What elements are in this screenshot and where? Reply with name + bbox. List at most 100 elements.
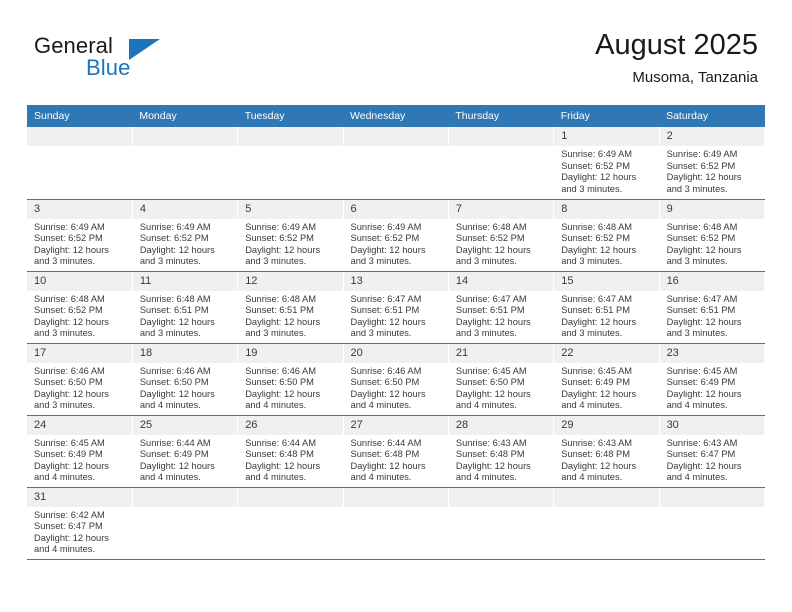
sunrise-text: Sunrise: 6:43 AM (455, 437, 527, 448)
calendar-day-cell[interactable]: 6 Sunrise: 6:49 AM Sunset: 6:52 PM Daylight… (343, 199, 449, 272)
title-block: August 2025 Musoma, Tanzania (595, 28, 758, 88)
day-details (238, 506, 343, 510)
calendar-day-cell[interactable]: 5 Sunrise: 6:49 AM Sunset: 6:52 PM Daylight… (237, 199, 344, 272)
daylight-text-line2: and 3 minutes. (561, 183, 623, 194)
daylight-text-line2: and 3 minutes. (245, 256, 307, 267)
sunset-text: Sunset: 6:51 PM (245, 305, 314, 316)
calendar-day-cell[interactable]: 28 Sunrise: 6:43 AM Sunset: 6:48 PM Dayligh… (448, 415, 555, 488)
calendar-day-cell[interactable]: 2 Sunrise: 6:49 AM Sunset: 6:52 PM Daylight… (659, 127, 766, 200)
calendar-cell-empty (343, 127, 449, 200)
day-details: Sunrise: 6:46 AM Sunset: 6:50 PM Daylight:… (344, 363, 448, 412)
day-details: Sunrise: 6:48 AM Sunset: 6:52 PM Daylight:… (660, 219, 764, 268)
calendar-cell-empty (27, 127, 133, 200)
day-details (132, 506, 238, 510)
calendar-cell-empty (553, 487, 660, 560)
daylight-text-line1: Daylight: 12 hours (455, 244, 531, 255)
day-number: 10 (27, 271, 132, 291)
daylight-text-line2: and 4 minutes. (139, 472, 201, 483)
day-number (659, 487, 764, 507)
day-details: Sunrise: 6:48 AM Sunset: 6:51 PM Daylight:… (238, 291, 342, 340)
day-details: Sunrise: 6:48 AM Sunset: 6:52 PM Daylight:… (27, 291, 132, 340)
calendar-day-cell[interactable]: 23 Sunrise: 6:45 AM Sunset: 6:49 PM Dayligh… (659, 343, 766, 416)
calendar-day-cell[interactable]: 19 Sunrise: 6:46 AM Sunset: 6:50 PM Dayligh… (237, 343, 344, 416)
calendar-day-cell[interactable]: 26 Sunrise: 6:44 AM Sunset: 6:48 PM Dayligh… (237, 415, 344, 488)
day-number (343, 127, 448, 146)
calendar-page: General Blue August 2025 Musoma, Tanzani… (0, 0, 792, 612)
calendar-week-row: 24 Sunrise: 6:45 AM Sunset: 6:49 PM Dayligh… (27, 415, 766, 488)
sunrise-text: Sunrise: 6:49 AM (245, 221, 316, 232)
calendar-day-cell[interactable]: 13 Sunrise: 6:47 AM Sunset: 6:51 PM Dayligh… (343, 271, 449, 344)
daylight-text-line2: and 4 minutes. (561, 472, 623, 483)
calendar-day-cell[interactable]: 18 Sunrise: 6:46 AM Sunset: 6:50 PM Dayligh… (132, 343, 239, 416)
day-details: Sunrise: 6:49 AM Sunset: 6:52 PM Daylight:… (133, 219, 237, 268)
weekday-header-tuesday: Tuesday (237, 105, 344, 127)
day-details (554, 506, 659, 510)
sunset-text: Sunset: 6:49 PM (34, 449, 103, 460)
day-number: 18 (132, 343, 238, 363)
day-number: 26 (238, 415, 343, 435)
sunrise-text: Sunrise: 6:49 AM (139, 221, 211, 232)
weekday-header-thursday: Thursday (448, 105, 554, 127)
daylight-text-line2: and 3 minutes. (34, 328, 95, 339)
calendar-day-cell[interactable]: 4 Sunrise: 6:49 AM Sunset: 6:52 PM Daylight… (132, 199, 239, 272)
calendar-day-cell[interactable]: 31 Sunrise: 6:42 AM Sunset: 6:47 PM Dayligh… (27, 487, 133, 560)
calendar-day-cell[interactable]: 22 Sunrise: 6:45 AM Sunset: 6:49 PM Dayligh… (553, 343, 660, 416)
calendar-day-cell[interactable]: 9 Sunrise: 6:48 AM Sunset: 6:52 PM Daylight… (659, 199, 766, 272)
daylight-text-line1: Daylight: 12 hours (350, 244, 426, 255)
day-number: 31 (27, 487, 132, 507)
sunrise-text: Sunrise: 6:49 AM (666, 149, 738, 159)
day-details: Sunrise: 6:47 AM Sunset: 6:51 PM Daylight:… (660, 291, 764, 340)
calendar-day-cell[interactable]: 10 Sunrise: 6:48 AM Sunset: 6:52 PM Dayligh… (27, 271, 133, 344)
day-number (27, 127, 132, 146)
day-details: Sunrise: 6:49 AM Sunset: 6:52 PM Daylight:… (344, 219, 448, 268)
day-details: Sunrise: 6:44 AM Sunset: 6:48 PM Daylight:… (238, 435, 342, 484)
calendar-day-cell[interactable]: 27 Sunrise: 6:44 AM Sunset: 6:48 PM Dayligh… (343, 415, 449, 488)
calendar-day-cell[interactable]: 8 Sunrise: 6:48 AM Sunset: 6:52 PM Daylight… (553, 199, 660, 272)
calendar-day-cell[interactable]: 29 Sunrise: 6:43 AM Sunset: 6:48 PM Dayligh… (553, 415, 660, 488)
day-number (448, 487, 554, 507)
calendar-day-cell[interactable]: 30 Sunrise: 6:43 AM Sunset: 6:47 PM Dayligh… (659, 415, 766, 488)
calendar-day-cell[interactable]: 3 Sunrise: 6:49 AM Sunset: 6:52 PM Daylight… (27, 199, 133, 272)
daylight-text-line1: Daylight: 12 hours (561, 244, 637, 255)
general-blue-logo[interactable]: General Blue (34, 33, 234, 89)
daylight-text-line2: and 3 minutes. (350, 328, 412, 339)
calendar-day-cell[interactable]: 15 Sunrise: 6:47 AM Sunset: 6:51 PM Dayligh… (553, 271, 660, 344)
day-number: 17 (27, 343, 132, 363)
calendar-day-cell[interactable]: 12 Sunrise: 6:48 AM Sunset: 6:51 PM Dayligh… (237, 271, 344, 344)
daylight-text-line2: and 4 minutes. (350, 400, 412, 411)
daylight-text-line2: and 3 minutes. (561, 256, 623, 267)
day-number: 24 (27, 415, 132, 435)
daylight-text-line2: and 4 minutes. (34, 472, 95, 483)
calendar-day-cell[interactable]: 24 Sunrise: 6:45 AM Sunset: 6:49 PM Dayligh… (27, 415, 133, 488)
calendar-day-cell[interactable]: 25 Sunrise: 6:44 AM Sunset: 6:49 PM Dayligh… (132, 415, 239, 488)
calendar-day-cell[interactable]: 1 Sunrise: 6:49 AM Sunset: 6:52 PM Daylight… (553, 127, 660, 200)
day-number: 22 (554, 343, 659, 363)
calendar-header-row: Sunday Monday Tuesday Wednesday Thursday Frid… (27, 105, 765, 127)
sunrise-text: Sunrise: 6:47 AM (350, 293, 422, 304)
calendar-day-cell[interactable]: 7 Sunrise: 6:48 AM Sunset: 6:52 PM Daylight… (448, 199, 555, 272)
calendar-day-cell[interactable]: 21 Sunrise: 6:45 AM Sunset: 6:50 PM Dayligh… (448, 343, 555, 416)
sunrise-text: Sunrise: 6:45 AM (561, 365, 633, 376)
calendar-day-cell[interactable]: 11 Sunrise: 6:48 AM Sunset: 6:51 PM Dayligh… (132, 271, 239, 344)
sunset-text: Sunset: 6:50 PM (245, 377, 314, 388)
sunset-text: Sunset: 6:50 PM (34, 377, 103, 388)
calendar-week-row: 31 Sunrise: 6:42 AM Sunset: 6:47 PM Dayligh… (27, 487, 766, 560)
daylight-text-line1: Daylight: 12 hours (666, 172, 742, 183)
calendar-day-cell[interactable]: 14 Sunrise: 6:47 AM Sunset: 6:51 PM Dayligh… (448, 271, 555, 344)
calendar-day-cell[interactable]: 17 Sunrise: 6:46 AM Sunset: 6:50 PM Dayligh… (27, 343, 133, 416)
day-number (238, 487, 343, 507)
sunrise-text: Sunrise: 6:49 AM (34, 221, 105, 232)
day-number: 4 (132, 199, 238, 219)
calendar-day-cell[interactable]: 16 Sunrise: 6:47 AM Sunset: 6:51 PM Dayligh… (659, 271, 766, 344)
daylight-text-line2: and 4 minutes. (350, 472, 412, 483)
daylight-text-line2: and 3 minutes. (34, 256, 95, 267)
daylight-text-line1: Daylight: 12 hours (245, 244, 321, 255)
day-number (132, 487, 238, 507)
day-details: Sunrise: 6:44 AM Sunset: 6:48 PM Daylight:… (344, 435, 448, 484)
day-details: Sunrise: 6:47 AM Sunset: 6:51 PM Daylight:… (554, 291, 658, 340)
calendar-day-cell[interactable]: 20 Sunrise: 6:46 AM Sunset: 6:50 PM Dayligh… (343, 343, 449, 416)
day-number: 30 (659, 415, 764, 435)
sunset-text: Sunset: 6:52 PM (666, 160, 736, 171)
day-details: Sunrise: 6:46 AM Sunset: 6:50 PM Daylight:… (133, 363, 237, 412)
calendar-cell-empty (237, 127, 344, 200)
